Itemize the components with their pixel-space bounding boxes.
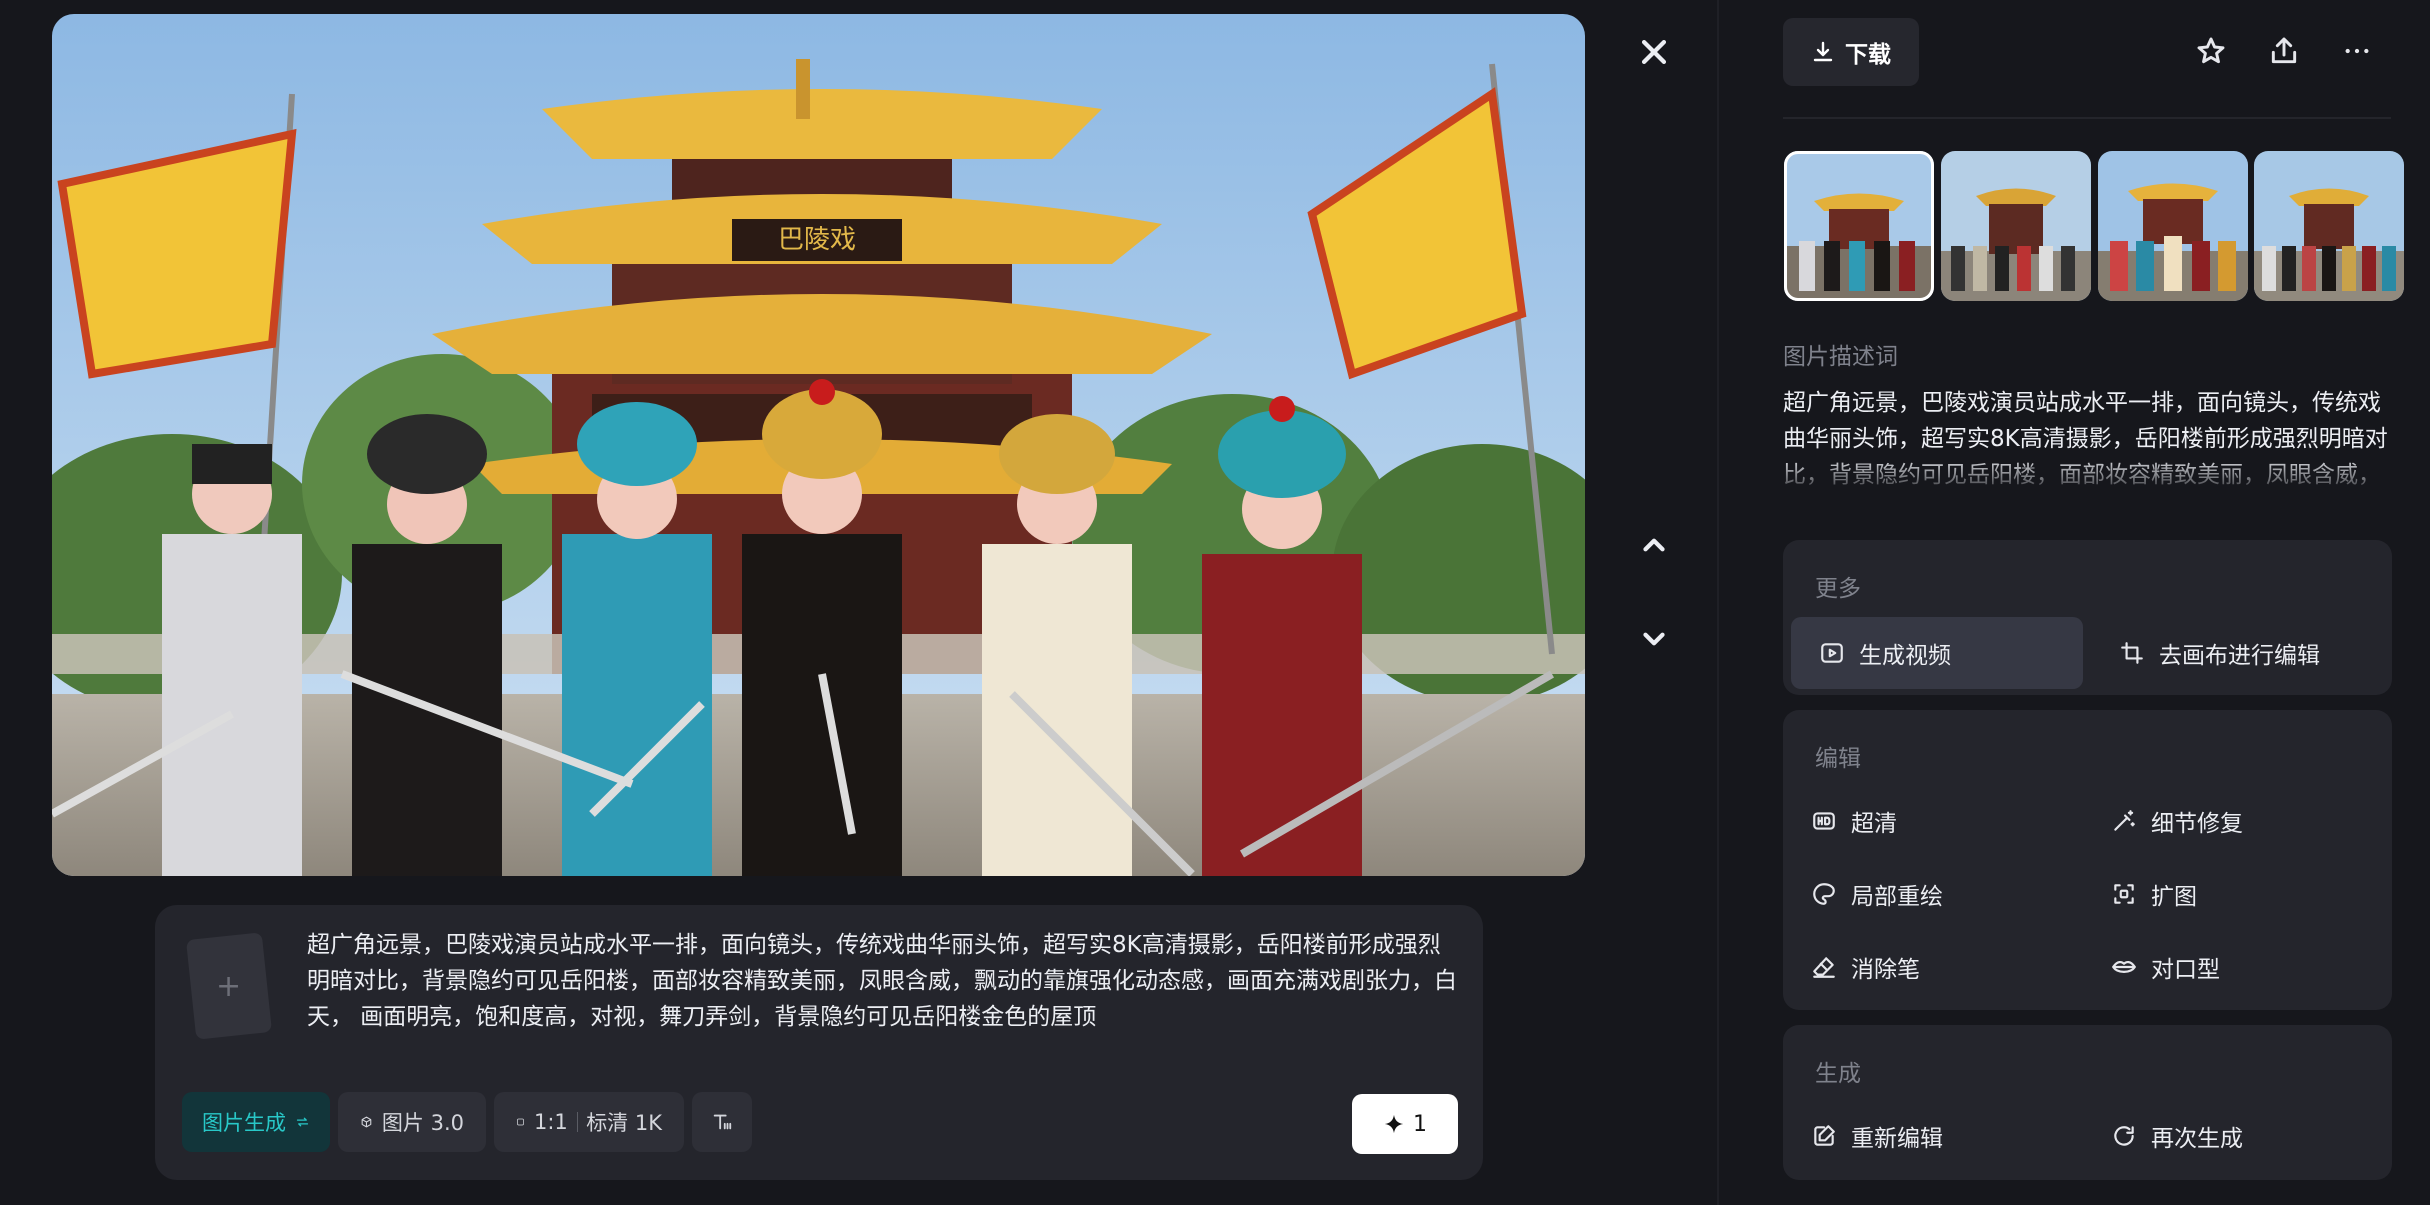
canvas-edit-button[interactable]: 去画布进行编辑 <box>2091 617 2383 689</box>
eraser-icon <box>1813 957 1835 978</box>
re-edit-label: 重新编辑 <box>1851 1126 1943 1152</box>
ellipsis-icon <box>2345 48 2369 54</box>
signboard-text: 巴陵戏 <box>778 225 856 255</box>
ratio-label: 1:1 <box>533 1110 568 1134</box>
magic-wand-icon <box>2114 810 2135 831</box>
reference-image-slot[interactable]: + <box>185 932 273 1040</box>
canvas-crop-icon <box>2121 642 2143 664</box>
brush-palette-icon <box>1813 883 1835 905</box>
lips-icon <box>2112 961 2136 973</box>
upscale-label: 超清 <box>1851 811 1897 837</box>
edit-title: 编辑 <box>1815 746 1861 772</box>
detail-repair-button[interactable]: 细节修复 <box>2083 785 2383 857</box>
lip-sync-button[interactable]: 对口型 <box>2083 931 2383 1003</box>
download-icon <box>1813 41 1833 62</box>
thumbnail-1[interactable] <box>1784 151 1934 301</box>
description-fade <box>1783 455 2395 497</box>
outpaint-button[interactable]: 扩图 <box>2083 858 2383 930</box>
edit-square-icon <box>1814 1125 1835 1146</box>
square-ratio-icon <box>517 1118 524 1126</box>
re-edit-button[interactable]: 重新编辑 <box>1783 1100 2083 1172</box>
play-video-icon <box>1821 643 1843 663</box>
thumbnail-image <box>2098 151 2248 301</box>
star-icon <box>2197 37 2225 64</box>
inpaint-button[interactable]: 局部重绘 <box>1783 858 2083 930</box>
share-icon <box>2271 37 2297 64</box>
panel-divider-line <box>1783 117 2391 119</box>
cube-icon <box>361 1116 372 1128</box>
chevron-down-icon <box>1643 632 1665 646</box>
refresh-icon <box>2114 1126 2134 1146</box>
thumbnail-image <box>1784 151 1934 301</box>
panel-divider <box>1717 0 1719 1205</box>
close-button[interactable] <box>1626 24 1682 80</box>
outpaint-label: 扩图 <box>2151 884 2197 910</box>
regenerate-label: 再次生成 <box>2151 1126 2243 1152</box>
main-image: 巴陵戏 <box>52 14 1585 876</box>
thumbnail-image <box>2254 151 2404 301</box>
regenerate-button[interactable]: 再次生成 <box>2083 1100 2383 1172</box>
upscale-button[interactable]: 超清 <box>1783 785 2083 857</box>
ratio-quality-selector[interactable]: 1:1 标清 1K <box>494 1092 684 1152</box>
generate-count: 1 <box>1413 1111 1427 1137</box>
generate-video-label: 生成视频 <box>1859 643 1951 669</box>
eraser-label: 消除笔 <box>1851 957 1920 983</box>
thumbnail-image <box>1941 151 2091 301</box>
text-style-button[interactable] <box>692 1092 752 1152</box>
model-label: 图片 3.0 <box>381 1111 464 1135</box>
hd-icon <box>1813 812 1835 830</box>
generate-title: 生成 <box>1815 1061 1861 1087</box>
close-icon <box>1641 39 1667 65</box>
more-card: 更多 生成视频 去画布进行编辑 <box>1783 540 2392 695</box>
lip-sync-label: 对口型 <box>2151 957 2220 983</box>
download-button[interactable]: 下载 <box>1783 18 1919 86</box>
thumbnail-3[interactable] <box>2098 151 2248 301</box>
inpaint-label: 局部重绘 <box>1851 884 1943 910</box>
next-image-button[interactable] <box>1626 611 1682 667</box>
generate-card: 生成 重新编辑 再次生成 <box>1783 1025 2392 1180</box>
canvas-edit-label: 去画布进行编辑 <box>2159 643 2320 669</box>
swap-icon <box>296 1117 309 1127</box>
prompt-composer: + 超广角远景，巴陵戏演员站成水平一排，面向镜头，传统戏曲华丽头饰，超写实8K高… <box>155 905 1483 1180</box>
chevron-up-icon <box>1643 538 1665 552</box>
mode-selector[interactable]: 图片生成 <box>182 1092 330 1152</box>
generate-video-button[interactable]: 生成视频 <box>1791 617 2083 689</box>
eraser-button[interactable]: 消除笔 <box>1783 931 2083 1003</box>
plus-icon: + <box>216 968 242 1004</box>
prompt-input[interactable]: 超广角远景，巴陵戏演员站成水平一排，面向镜头，传统戏曲华丽头饰，超写实8K高清摄… <box>307 927 1457 1035</box>
favorite-button[interactable] <box>2188 28 2234 74</box>
sparkle-icon <box>1384 1114 1404 1134</box>
model-selector[interactable]: 图片 3.0 <box>338 1092 486 1152</box>
edit-card: 编辑 超清 细节修复 局部重绘 扩图 消除笔 对口型 <box>1783 710 2392 1010</box>
detail-repair-label: 细节修复 <box>2151 811 2243 837</box>
download-label: 下载 <box>1845 42 1891 68</box>
more-title: 更多 <box>1815 576 1861 602</box>
share-button[interactable] <box>2261 28 2307 74</box>
text-format-icon <box>713 1114 732 1130</box>
expand-icon <box>2114 884 2134 904</box>
generate-button[interactable]: 1 <box>1352 1094 1458 1154</box>
description-label: 图片描述词 <box>1783 344 1898 370</box>
previous-image-button[interactable] <box>1626 517 1682 573</box>
mode-label: 图片生成 <box>202 1111 286 1135</box>
thumbnail-2[interactable] <box>1941 151 2091 301</box>
quality-label: 标清 1K <box>586 1111 662 1135</box>
thumbnail-4[interactable] <box>2254 151 2404 301</box>
more-options-button[interactable] <box>2334 28 2380 74</box>
